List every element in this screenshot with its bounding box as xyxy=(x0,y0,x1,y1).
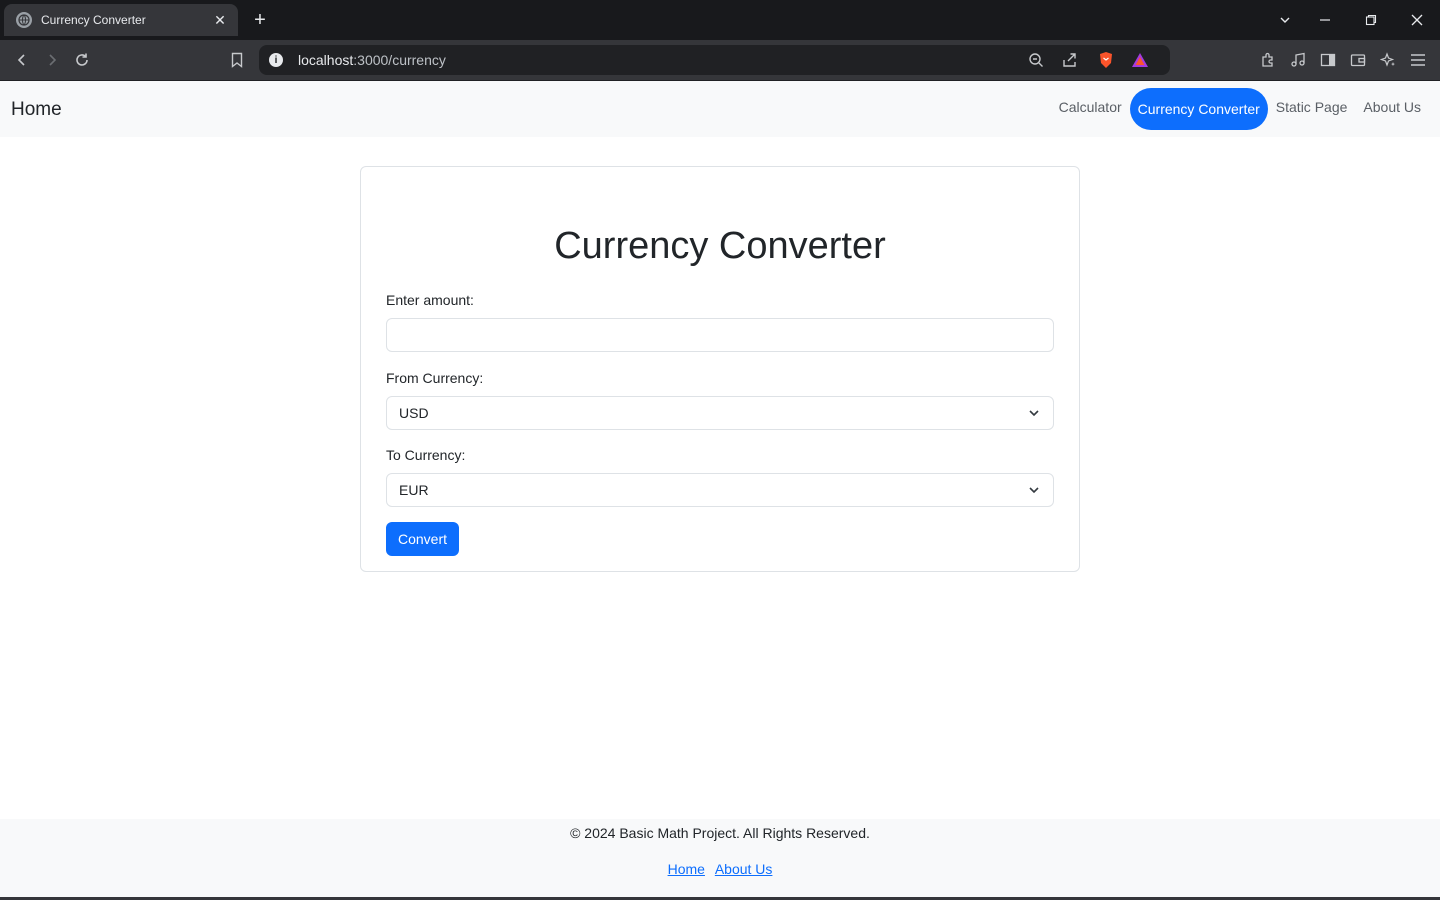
sidebar-icon[interactable] xyxy=(1316,48,1340,72)
nav-calculator[interactable]: Calculator xyxy=(1051,86,1130,128)
tab-title: Currency Converter xyxy=(41,13,146,27)
page-title: Currency Converter xyxy=(554,225,886,267)
to-currency-label: To Currency: xyxy=(386,447,466,463)
leo-ai-icon[interactable] xyxy=(1376,48,1400,72)
to-currency-value: EUR xyxy=(399,482,429,498)
reload-icon[interactable] xyxy=(70,48,94,72)
from-currency-label: From Currency: xyxy=(386,370,484,386)
converter-card: Currency Converter Enter amount: From Cu… xyxy=(360,166,1080,572)
new-tab-icon[interactable]: + xyxy=(249,9,271,31)
minimize-icon[interactable] xyxy=(1313,8,1337,32)
share-icon[interactable] xyxy=(1058,48,1082,72)
chevron-down-icon xyxy=(1027,483,1041,497)
zoom-icon[interactable] xyxy=(1024,48,1048,72)
browser-tab[interactable]: Currency Converter ✕ xyxy=(4,4,238,36)
site-navbar: Home Calculator Currency Converter Stati… xyxy=(0,81,1440,137)
footer-home-link[interactable]: Home xyxy=(668,861,705,877)
nav-currency-converter[interactable]: Currency Converter xyxy=(1129,88,1268,130)
from-currency-select[interactable]: USD xyxy=(386,396,1054,430)
footer-about-link[interactable]: About Us xyxy=(715,861,773,877)
menu-icon[interactable] xyxy=(1406,48,1430,72)
amount-input[interactable] xyxy=(386,318,1054,352)
extensions-icon[interactable] xyxy=(1256,48,1280,72)
amount-label: Enter amount: xyxy=(386,292,474,308)
copyright-text: © 2024 Basic Math Project. All Rights Re… xyxy=(570,825,870,841)
tab-search-icon[interactable] xyxy=(1273,8,1297,32)
footer-links: Home About Us xyxy=(0,861,1440,877)
back-icon[interactable] xyxy=(10,48,34,72)
chevron-down-icon xyxy=(1027,406,1041,420)
nav-links: Calculator Currency Converter Static Pag… xyxy=(1051,88,1429,130)
restore-icon[interactable] xyxy=(1359,8,1383,32)
forward-icon[interactable] xyxy=(40,48,64,72)
url-host: localhost xyxy=(298,52,354,68)
globe-icon xyxy=(16,12,32,28)
media-icon[interactable] xyxy=(1286,48,1310,72)
to-currency-select[interactable]: EUR xyxy=(386,473,1054,507)
site-footer: © 2024 Basic Math Project. All Rights Re… xyxy=(0,819,1440,897)
site-info-icon[interactable]: i xyxy=(269,53,283,67)
from-currency-value: USD xyxy=(399,405,429,421)
brave-shields-icon[interactable] xyxy=(1094,48,1118,72)
browser-tabstrip: Currency Converter ✕ + xyxy=(0,0,1440,40)
url-path: :3000/currency xyxy=(353,52,446,68)
bookmark-icon[interactable] xyxy=(225,48,249,72)
close-tab-icon[interactable]: ✕ xyxy=(212,12,228,28)
close-window-icon[interactable] xyxy=(1405,8,1429,32)
wallet-icon[interactable] xyxy=(1346,48,1370,72)
brave-rewards-icon[interactable] xyxy=(1128,48,1152,72)
nav-static-page[interactable]: Static Page xyxy=(1268,86,1356,128)
convert-button[interactable]: Convert xyxy=(386,522,459,556)
browser-toolbar: i localhost:3000/currency xyxy=(0,40,1440,81)
nav-about-us[interactable]: About Us xyxy=(1355,86,1429,128)
brand-home-link[interactable]: Home xyxy=(11,99,62,121)
